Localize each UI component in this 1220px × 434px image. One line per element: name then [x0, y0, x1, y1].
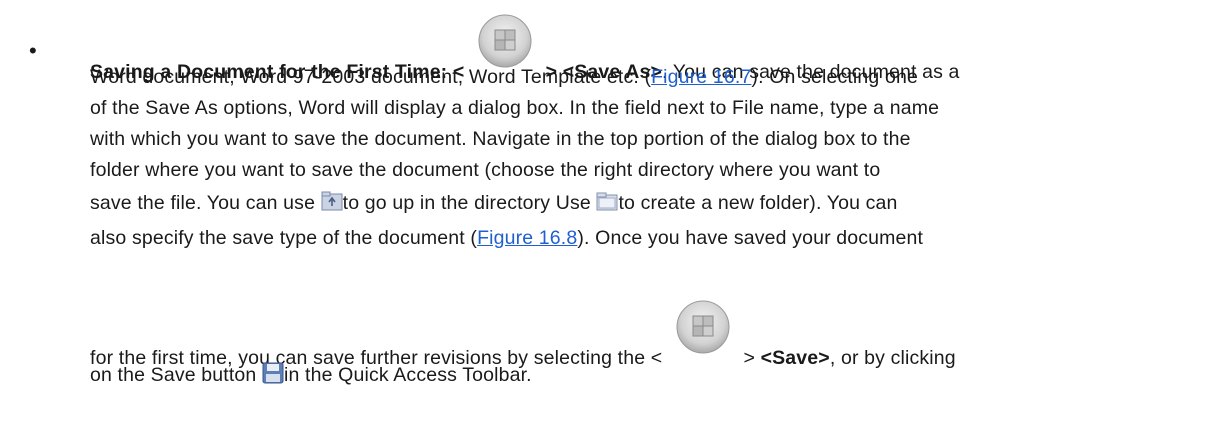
save-icon	[262, 362, 284, 384]
document-page: • Saving a Document for the First Time: …	[0, 0, 1220, 434]
menu-path-save: <Save>	[760, 347, 830, 369]
line-2: Word document, Word 97-2003 document, Wo…	[90, 66, 918, 89]
line-6: save the file. You can use to go up in t…	[90, 190, 898, 215]
text-run: to create a new folder). You can	[618, 192, 898, 214]
text-run: , or by clicking	[829, 347, 956, 369]
office-button-icon	[668, 300, 738, 370]
text-run: ). Once you have saved your document	[577, 227, 924, 249]
up-one-level-icon	[321, 190, 343, 212]
figure-16-8-link[interactable]: Figure 16.8	[477, 227, 577, 249]
line-5: folder where you want to save the docume…	[90, 159, 881, 181]
text-run: save the file. You can use	[90, 192, 316, 214]
line-7: also specify the save type of the docume…	[90, 227, 923, 250]
text-run: on the Save button	[90, 364, 257, 386]
text-run: Word document, Word 97-2003 document, Wo…	[90, 66, 652, 88]
text-run: >	[743, 347, 756, 369]
figure-16-7-link[interactable]: Figure 16.7	[651, 66, 751, 88]
bullet-marker: •	[29, 38, 37, 63]
text-run: in the Quick Access Toolbar.	[284, 364, 532, 386]
line-9: on the Save button in the Quick Access T…	[90, 362, 532, 387]
text-run: also specify the save type of the docume…	[90, 227, 478, 249]
new-folder-icon	[596, 190, 618, 212]
text-run: to go up in the directory Use	[342, 192, 591, 214]
line-4: with which you want to save the document…	[90, 128, 911, 150]
line-3: of the Save As options, Word will displa…	[90, 97, 940, 119]
text-run: ). On selecting one	[751, 66, 918, 88]
